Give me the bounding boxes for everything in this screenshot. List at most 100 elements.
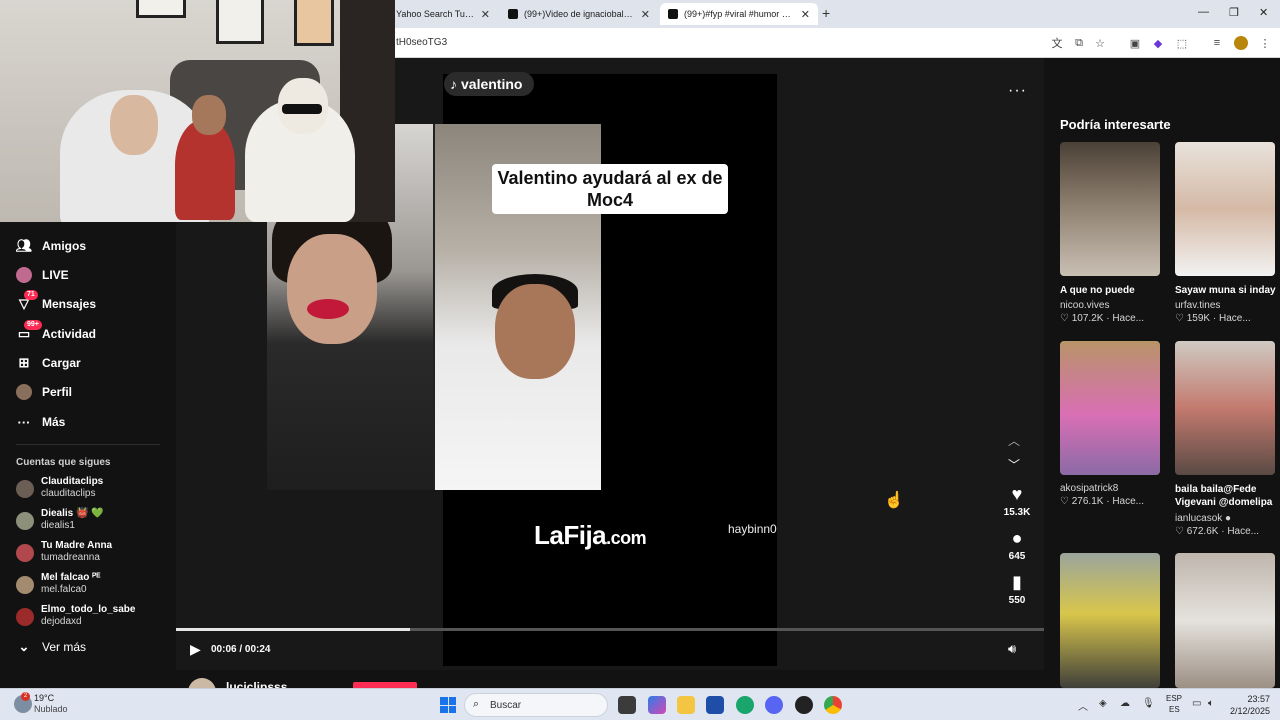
network-icon[interactable]: ▭ <box>1192 698 1201 709</box>
tab-fyp-viral-active[interactable]: (99+)#fyp #viral #humor #valentino ✕ <box>660 3 818 25</box>
recommendation-stats: ♡ 107.2K · Hace... <box>1060 313 1145 324</box>
sidebar-item-mensajes[interactable]: ▽ 71 Mensajes <box>16 290 97 314</box>
recommendation-stats: ♡ 159K · Hace... <box>1175 313 1251 324</box>
copilot-icon[interactable] <box>648 696 666 714</box>
play-icon[interactable]: ▶ <box>190 641 201 658</box>
tray-app-icon[interactable]: ◈ <box>1099 698 1107 709</box>
sunglasses <box>282 104 322 114</box>
avatar <box>16 608 34 626</box>
following-account[interactable]: Mel falcao ᴾᴱ mel.falca0 <box>16 572 166 600</box>
extension-icon[interactable]: ▣ <box>1128 36 1142 50</box>
video-progress-bar[interactable] <box>176 628 1044 631</box>
author-pill[interactable]: ♪ valentino <box>444 72 535 96</box>
weather-badge: 2 <box>21 692 30 701</box>
recommendation-card[interactable] <box>1175 553 1277 688</box>
next-video-chevron-icon[interactable]: ﹀ <box>1008 456 1020 473</box>
edge-icon[interactable] <box>736 696 754 714</box>
new-tab-button[interactable]: + <box>822 5 830 21</box>
windows-start-icon[interactable] <box>440 697 456 713</box>
minimize-icon[interactable]: — <box>1198 6 1209 18</box>
video-person-lips <box>307 299 349 319</box>
like-button[interactable]: ♥ 15.3K <box>1000 484 1034 518</box>
profile-avatar-icon[interactable] <box>1234 36 1248 50</box>
clock-time[interactable]: 23:57 <box>1226 694 1270 704</box>
language-indicator[interactable]: ESP <box>1166 694 1182 703</box>
store-icon[interactable] <box>706 696 724 714</box>
sidebar-item-label: Actividad <box>42 327 97 341</box>
onedrive-icon[interactable]: ☁ <box>1120 698 1130 709</box>
account-handle: mel.falca0 <box>41 584 87 595</box>
chevron-down-icon: ⌄ <box>18 639 30 654</box>
recommendations-title: Podría interesarte <box>1060 117 1171 132</box>
recommendation-card[interactable] <box>1060 553 1162 688</box>
previous-video-chevron-icon[interactable]: ︿ <box>1008 432 1020 449</box>
file-explorer-icon[interactable] <box>677 696 695 714</box>
bookmark-icon: ▮ <box>1012 572 1022 592</box>
recommendation-card[interactable]: A que no puede nicoo.vives ♡ 107.2K · Ha… <box>1060 142 1162 332</box>
comment-button[interactable]: ● 645 <box>1000 528 1034 562</box>
sidebar-item-label: LIVE <box>42 268 69 282</box>
keyboard-layout: ES <box>1169 705 1180 714</box>
account-name: Mel falcao ᴾᴱ <box>41 572 101 583</box>
shield-extension-icon[interactable]: ◆ <box>1151 36 1165 50</box>
recommendation-card[interactable]: Sayaw muna si inday urfav.tines ♡ 159K ·… <box>1175 142 1277 332</box>
see-more-button[interactable]: ⌄ Ver más <box>16 637 86 657</box>
search-icon: ⌕ <box>473 698 480 710</box>
recommendation-author: nicoo.vives <box>1060 300 1110 311</box>
sidebar-item-label: Más <box>42 415 66 429</box>
more-options-icon[interactable]: ··· <box>1008 82 1027 100</box>
watermark-suffix: .com <box>606 528 647 548</box>
activity-icon: ▭ 99+ <box>16 320 42 342</box>
bookmark-star-icon[interactable]: ☆ <box>1093 36 1107 50</box>
see-more-label: Ver más <box>42 640 87 654</box>
close-window-icon[interactable]: ✕ <box>1259 6 1268 19</box>
following-account[interactable]: Elmo_todo_lo_sabe dejodaxd <box>16 604 166 632</box>
recommendation-thumbnail <box>1060 142 1160 276</box>
sidebar-item-label: Mensajes <box>42 297 97 311</box>
sidebar-item-cargar[interactable]: ⊞ Cargar <box>16 353 81 373</box>
tab-ignaciobaladan[interactable]: (99+)Video de ignaciobaladan2 ✕ <box>500 3 658 25</box>
following-account[interactable]: Tu Madre Anna tumadreanna <box>16 540 166 568</box>
tab-label: (99+)#fyp #viral #humor #valentino <box>684 9 795 19</box>
account-name: Diealis 👹 💚 <box>41 508 104 519</box>
recommendation-card[interactable]: baila baila@Fede Vigevani @domelipa ianl… <box>1175 341 1277 541</box>
close-tab-icon[interactable]: ✕ <box>481 8 490 21</box>
author-pill-label: valentino <box>461 76 523 92</box>
recommendation-title: Sayaw muna si inday <box>1175 285 1276 296</box>
browser-menu-icon[interactable]: ⋮ <box>1258 36 1272 50</box>
task-view-icon[interactable] <box>618 696 636 714</box>
sidebar-item-mas[interactable]: ··· Más <box>16 412 66 432</box>
puzzle-extensions-icon[interactable]: ⬚ <box>1175 36 1189 50</box>
following-account[interactable]: Diealis 👹 💚 diealis1 <box>16 508 166 536</box>
chrome-icon[interactable] <box>824 696 842 714</box>
url-text[interactable]: tH0seoTG3 <box>396 37 447 48</box>
obs-icon[interactable] <box>795 696 813 714</box>
tray-chevron-icon[interactable]: ︿ <box>1078 698 1088 713</box>
sidebar-item-actividad[interactable]: ▭ 99+ Actividad <box>16 320 97 344</box>
sidebar-item-perfil[interactable]: Perfil <box>16 382 72 402</box>
recommendation-card[interactable]: akosipatrick8 ♡ 276.1K · Hace... <box>1060 341 1162 531</box>
recommendation-thumbnail <box>1060 553 1160 688</box>
volume-icon[interactable]: 🔊︎ <box>1008 641 1016 657</box>
tab-yahoo-search[interactable]: Yahoo Search Tus resultados ✕ <box>388 3 498 25</box>
taskbar-search[interactable]: ⌕ Buscar <box>464 693 608 717</box>
tiktok-favicon-icon <box>508 9 518 19</box>
close-tab-icon[interactable]: ✕ <box>641 8 650 21</box>
following-account[interactable]: Clauditaclips clauditaclips <box>16 476 166 504</box>
media-controls-icon[interactable]: ≡ <box>1210 36 1224 50</box>
person-middle-head <box>192 95 226 135</box>
recommendation-thumbnail <box>1175 553 1275 688</box>
volume-tray-icon[interactable]: 🔈︎ <box>1208 698 1214 709</box>
comment-count: 645 <box>1008 551 1026 562</box>
save-button[interactable]: ▮ 550 <box>1000 572 1034 606</box>
following-section-title: Cuentas que sigues <box>16 457 111 468</box>
sidebar-item-live[interactable]: LIVE <box>16 265 69 285</box>
close-tab-icon[interactable]: ✕ <box>801 8 810 21</box>
install-app-icon[interactable]: ⧉ <box>1072 36 1086 50</box>
microphone-icon[interactable]: 🎙︎ <box>1142 698 1155 709</box>
sidebar-item-amigos[interactable]: 👥︎ Amigos <box>16 236 86 256</box>
discord-icon[interactable] <box>765 696 783 714</box>
restore-icon[interactable]: ❐ <box>1229 6 1239 19</box>
heart-icon: ♥ <box>1011 484 1023 504</box>
translate-icon[interactable]: 文 <box>1050 36 1064 50</box>
